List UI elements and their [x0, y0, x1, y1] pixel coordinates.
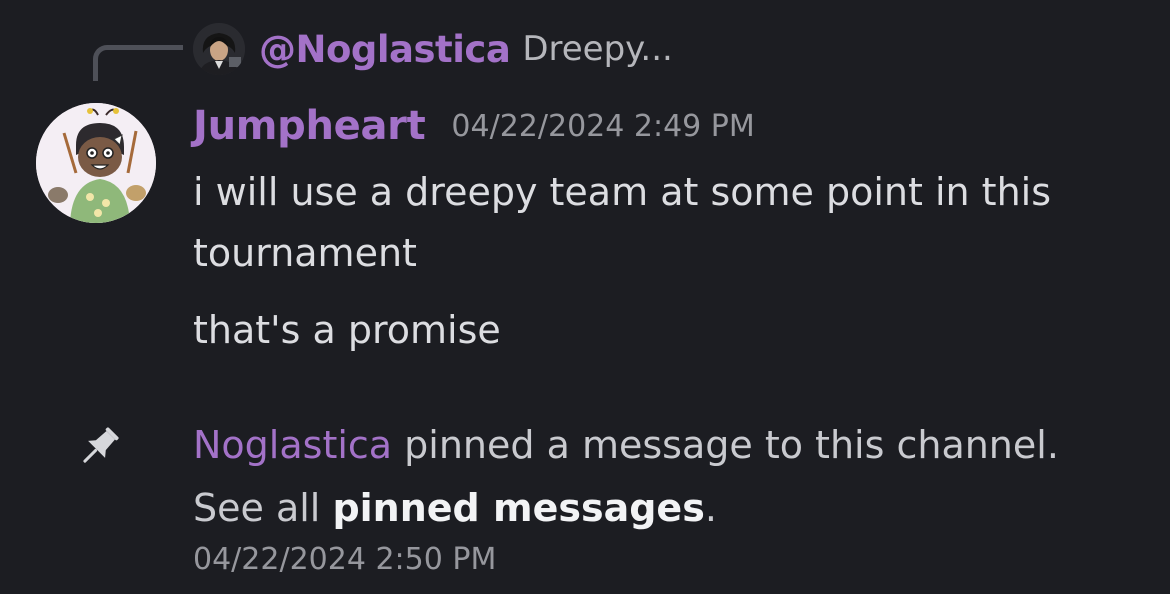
message-text: i will use a dreepy team at some point i…	[193, 170, 1052, 275]
system-author-name[interactable]: Noglastica	[193, 423, 392, 467]
pinned-messages-link[interactable]: pinned messages	[332, 486, 704, 530]
avatar[interactable]	[36, 103, 156, 223]
reply-connector	[93, 45, 183, 81]
system-message-timestamp: 04/22/2024 2:50 PM	[193, 542, 497, 577]
message-header: Jumpheart 04/22/2024 2:49 PM	[193, 98, 755, 154]
pin-icon	[70, 420, 126, 476]
reply-avatar[interactable]	[193, 23, 245, 75]
reply-preview[interactable]: Dreepy...	[522, 29, 673, 69]
reply-author[interactable]: @Noglastica	[259, 28, 511, 71]
system-message-period: .	[704, 486, 717, 530]
message-timestamp: 04/22/2024 2:49 PM	[451, 108, 755, 144]
author-name[interactable]: Jumpheart	[193, 103, 426, 149]
system-message: Noglastica pinned a message to this chan…	[193, 414, 1093, 540]
message-text-followup: that's a promise	[193, 308, 501, 352]
reply-reference[interactable]: @Noglastica Dreepy...	[193, 22, 673, 76]
